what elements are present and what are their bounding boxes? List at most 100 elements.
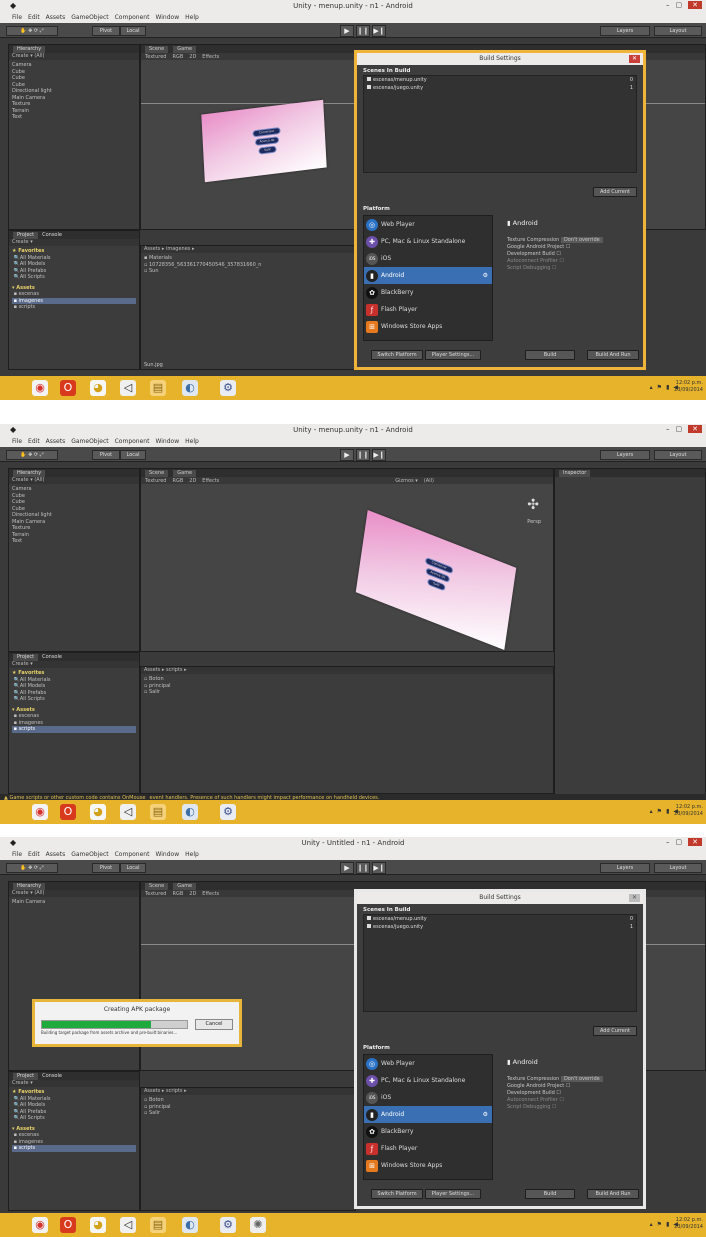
menu-file[interactable]: File: [12, 438, 22, 445]
chrome-icon[interactable]: ◕: [90, 804, 106, 820]
platform-ios[interactable]: iOS iOS: [364, 1089, 492, 1106]
add-current-button[interactable]: Add Current: [593, 1026, 637, 1036]
platform-ios[interactable]: iOS iOS: [364, 250, 492, 267]
platform-android[interactable]: ▮ Android ⚙: [364, 1106, 492, 1123]
menu-canvas-plane[interactable]: Comenzar Acerca de Salir: [355, 509, 517, 651]
tab-project[interactable]: Project: [13, 653, 39, 661]
texture-compression-dropdown[interactable]: Don't override: [560, 1076, 603, 1082]
google-android-project-option[interactable]: Google Android Project ☐: [507, 1083, 642, 1090]
opera-icon[interactable]: O: [60, 380, 76, 396]
menu-component[interactable]: Component: [115, 851, 150, 858]
step-button[interactable]: ▶❙: [372, 862, 386, 874]
paint-icon[interactable]: ◐: [182, 380, 198, 396]
platform-web-player[interactable]: ◎ Web Player: [364, 1055, 492, 1072]
gizmos-dropdown[interactable]: Gizmos ▾: [395, 478, 418, 484]
tab-scene[interactable]: Scene: [145, 469, 169, 477]
switch-platform-button[interactable]: Switch Platform: [371, 1189, 423, 1199]
scene-search[interactable]: (All): [424, 478, 434, 484]
menu-edit[interactable]: Edit: [28, 14, 40, 21]
tab-scene[interactable]: Scene: [145, 45, 169, 53]
hierarchy-item[interactable]: Main Camera: [12, 899, 136, 906]
windows-tool-icon[interactable]: ⚙: [220, 380, 236, 396]
menu-help[interactable]: Help: [185, 438, 199, 445]
settings-gear-icon[interactable]: ✺: [250, 1217, 266, 1233]
pause-button[interactable]: ❙❙: [356, 862, 370, 874]
close-button[interactable]: ✕: [688, 838, 702, 846]
step-button[interactable]: ▶❙: [372, 449, 386, 461]
menu-file[interactable]: File: [12, 14, 22, 21]
hierarchy-create-button[interactable]: Create ▾: [12, 477, 33, 483]
tab-project[interactable]: Project: [13, 1072, 39, 1080]
paint-icon[interactable]: ◐: [182, 1217, 198, 1233]
layers-dropdown[interactable]: Layers: [600, 450, 650, 460]
asset-folder[interactable]: ▪ scripts: [12, 1145, 136, 1152]
menu-component[interactable]: Component: [115, 14, 150, 21]
scenes-list[interactable]: escenas/menup.unity 0 escenas/juego.unity…: [363, 914, 637, 1012]
menu-window[interactable]: Window: [155, 851, 179, 858]
platform-list[interactable]: ◎ Web Player ✚ PC, Mac & Linux Standalone …: [363, 215, 493, 341]
maximize-button[interactable]: ▢: [676, 838, 683, 846]
transform-tools[interactable]: ✋ ✥ ⟳ ⤢: [6, 450, 58, 460]
menu-window[interactable]: Window: [155, 14, 179, 21]
scene-view[interactable]: Scene Game Textured RGB 2D Effects Gizmos ▾ (A…: [140, 468, 554, 652]
project-breadcrumb[interactable]: Assets ▸ scripts ▸: [141, 1088, 355, 1095]
tab-game[interactable]: Game: [173, 45, 197, 53]
favorite-item[interactable]: 🔍All Scripts: [12, 696, 136, 703]
platform-standalone[interactable]: ✚ PC, Mac & Linux Standalone: [364, 233, 492, 250]
menu-assets[interactable]: Assets: [46, 14, 66, 21]
render-mode[interactable]: RGB: [172, 54, 183, 60]
build-and-run-button[interactable]: Build And Run: [587, 350, 639, 360]
scene-entry[interactable]: escenas/menup.unity 0: [364, 76, 636, 84]
media-player-icon[interactable]: ◉: [32, 804, 48, 820]
local-toggle[interactable]: Local: [120, 26, 146, 36]
clock[interactable]: 12:02 p.m. 23/09/2014: [674, 804, 703, 818]
scene-entry[interactable]: escenas/menup.unity 0: [364, 915, 636, 923]
unity-icon[interactable]: ◁: [120, 1217, 136, 1233]
script-debugging-option[interactable]: Script Debugging ☐: [507, 265, 642, 272]
project-create-button[interactable]: Create ▾: [9, 661, 139, 668]
tab-game[interactable]: Game: [173, 882, 197, 890]
menu-help[interactable]: Help: [185, 14, 199, 21]
layout-dropdown[interactable]: Layout: [654, 863, 702, 873]
development-build-option[interactable]: Development Build ☐: [507, 251, 642, 258]
menu-edit[interactable]: Edit: [28, 438, 40, 445]
hierarchy-create-button[interactable]: Create ▾: [12, 53, 33, 59]
shading-dropdown[interactable]: Textured: [145, 478, 166, 484]
2d-toggle[interactable]: 2D: [189, 54, 196, 60]
menu-gameobject[interactable]: GameObject: [71, 851, 108, 858]
hierarchy-search[interactable]: (All): [34, 53, 44, 59]
texture-compression-dropdown[interactable]: Don't override: [560, 237, 603, 243]
tab-game[interactable]: Game: [173, 469, 197, 477]
maximize-button[interactable]: ▢: [676, 425, 683, 433]
play-button[interactable]: ▶: [340, 862, 354, 874]
layout-dropdown[interactable]: Layout: [654, 26, 702, 36]
platform-windows-store[interactable]: ⊞ Windows Store Apps: [364, 1157, 492, 1174]
render-mode[interactable]: RGB: [172, 891, 183, 897]
pivot-toggle[interactable]: Pivot: [92, 26, 120, 36]
tab-scene[interactable]: Scene: [145, 882, 169, 890]
pause-button[interactable]: ❙❙: [356, 25, 370, 37]
menu-assets[interactable]: Assets: [46, 438, 66, 445]
clock[interactable]: 12:02 p.m. 23/09/2014: [674, 380, 703, 394]
shading-dropdown[interactable]: Textured: [145, 54, 166, 60]
menu-help[interactable]: Help: [185, 851, 199, 858]
script-item[interactable]: ▫ Salir: [144, 689, 550, 696]
favorite-item[interactable]: 🔍All Scripts: [12, 274, 136, 281]
tab-console[interactable]: Console: [42, 1073, 62, 1079]
opera-icon[interactable]: O: [60, 1217, 76, 1233]
minimize-button[interactable]: –: [666, 425, 670, 433]
minimize-button[interactable]: –: [666, 1, 670, 9]
menu-gameobject[interactable]: GameObject: [71, 438, 108, 445]
tab-project[interactable]: Project: [13, 231, 39, 239]
dialog-close-button[interactable]: ✕: [629, 894, 640, 902]
transform-tools[interactable]: ✋ ✥ ⟳ ⤢: [6, 26, 58, 36]
player-settings-button[interactable]: Player Settings...: [425, 1189, 481, 1199]
transform-tools[interactable]: ✋ ✥ ⟳ ⤢: [6, 863, 58, 873]
platform-list[interactable]: ◎ Web Player ✚ PC, Mac & Linux Standalone …: [363, 1054, 493, 1180]
layout-dropdown[interactable]: Layout: [654, 450, 702, 460]
platform-blackberry[interactable]: ✿ BlackBerry: [364, 1123, 492, 1140]
menu-edit[interactable]: Edit: [28, 851, 40, 858]
favorite-item[interactable]: 🔍All Scripts: [12, 1115, 136, 1122]
hierarchy-search[interactable]: (All): [34, 890, 44, 896]
paint-icon[interactable]: ◐: [182, 804, 198, 820]
